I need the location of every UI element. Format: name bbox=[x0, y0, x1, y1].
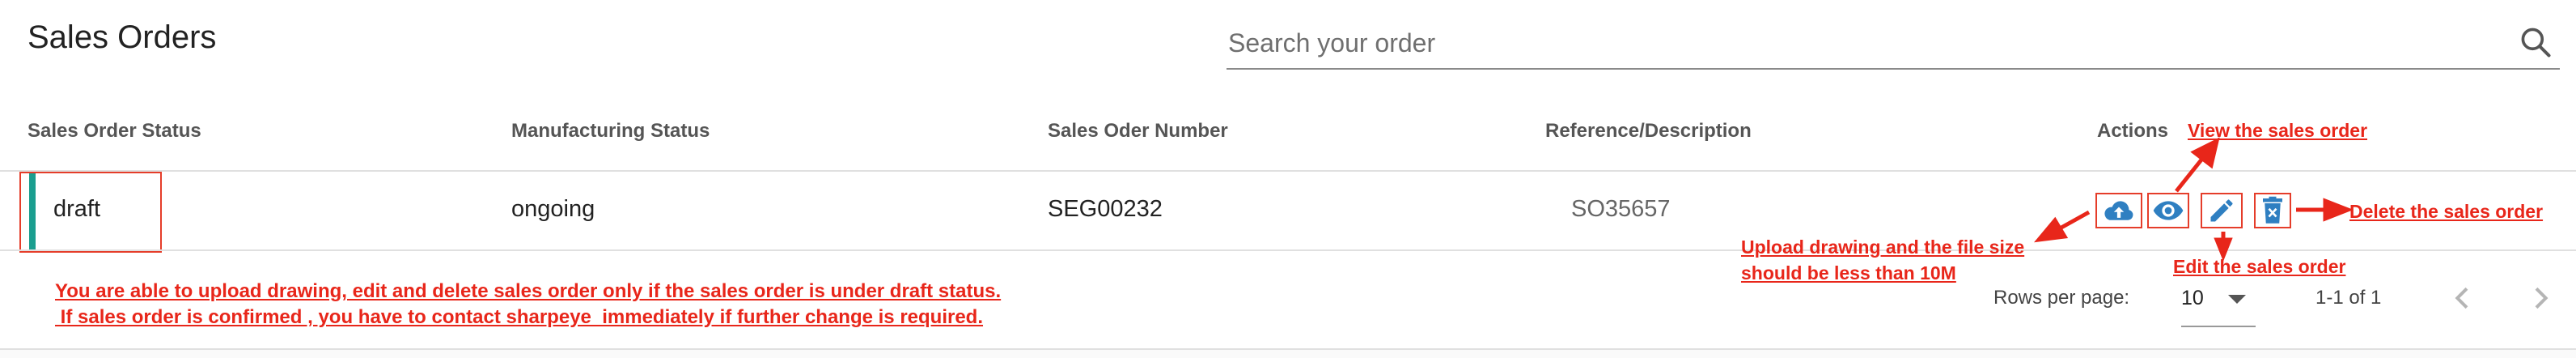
chevron-right-icon[interactable] bbox=[2524, 282, 2557, 314]
upload-icon bbox=[2104, 201, 2133, 220]
row-divider bbox=[0, 249, 2576, 251]
cell-sales-order-status: draft bbox=[53, 196, 101, 222]
annotation-upload-line1: Upload drawing and the file size bbox=[1741, 237, 2025, 258]
delete-order-button[interactable] bbox=[2254, 193, 2291, 228]
status-indicator-bar bbox=[29, 173, 36, 251]
column-header-manufacturing-status[interactable]: Manufacturing Status bbox=[511, 120, 710, 143]
note-line-2: If sales order is confirmed , you have t… bbox=[55, 306, 984, 328]
rows-per-page-value: 10 bbox=[2181, 287, 2204, 309]
arrow-head-delete bbox=[2323, 198, 2354, 222]
column-header-sales-order-number[interactable]: Sales Oder Number bbox=[1048, 120, 1228, 143]
arrow-head-edit bbox=[2214, 237, 2233, 262]
arrow-head-view bbox=[2190, 137, 2220, 169]
rows-per-page-select[interactable]: 10 bbox=[2181, 280, 2256, 327]
annotation-upload-line2: should be less than 10M bbox=[1741, 262, 1956, 283]
header-divider bbox=[0, 170, 2576, 172]
delete-icon bbox=[2263, 196, 2282, 224]
arrow-head-upload bbox=[2034, 216, 2069, 243]
arrow-to-upload bbox=[2058, 210, 2091, 231]
chevron-left-icon[interactable] bbox=[2447, 282, 2479, 314]
sales-orders-card: Sales Orders Sales Order Status Manufact… bbox=[0, 0, 2576, 350]
search-bar[interactable] bbox=[1227, 16, 2560, 70]
cell-manufacturing-status: ongoing bbox=[511, 196, 595, 222]
upload-drawing-button[interactable] bbox=[2095, 193, 2142, 228]
note-line-1: You are able to upload drawing, edit and… bbox=[55, 280, 1002, 302]
edit-order-button[interactable] bbox=[2201, 193, 2243, 228]
pagination-range: 1-1 of 1 bbox=[2315, 287, 2382, 309]
eye-icon bbox=[2153, 201, 2184, 220]
arrow-to-view bbox=[2175, 157, 2204, 193]
annotation-edit: Edit the sales order bbox=[2173, 256, 2346, 277]
rows-per-page-label: Rows per page: bbox=[1993, 287, 2130, 309]
view-order-button[interactable] bbox=[2147, 193, 2189, 228]
page-title: Sales Orders bbox=[28, 19, 217, 55]
cell-sales-order-number: SEG00232 bbox=[1048, 196, 1163, 222]
column-header-sales-order-status[interactable]: Sales Order Status bbox=[28, 120, 201, 143]
annotation-delete: Delete the sales order bbox=[2349, 201, 2544, 222]
cell-reference: SO35657 bbox=[1571, 196, 1671, 222]
pencil-icon bbox=[2210, 199, 2233, 222]
caret-down-icon bbox=[2228, 295, 2246, 304]
annotation-view: View the sales order bbox=[2188, 120, 2368, 141]
column-header-reference[interactable]: Reference/Description bbox=[1545, 120, 1752, 143]
search-input[interactable] bbox=[1227, 23, 2492, 63]
column-header-actions: Actions bbox=[2097, 120, 2169, 142]
search-icon[interactable] bbox=[2518, 24, 2553, 60]
